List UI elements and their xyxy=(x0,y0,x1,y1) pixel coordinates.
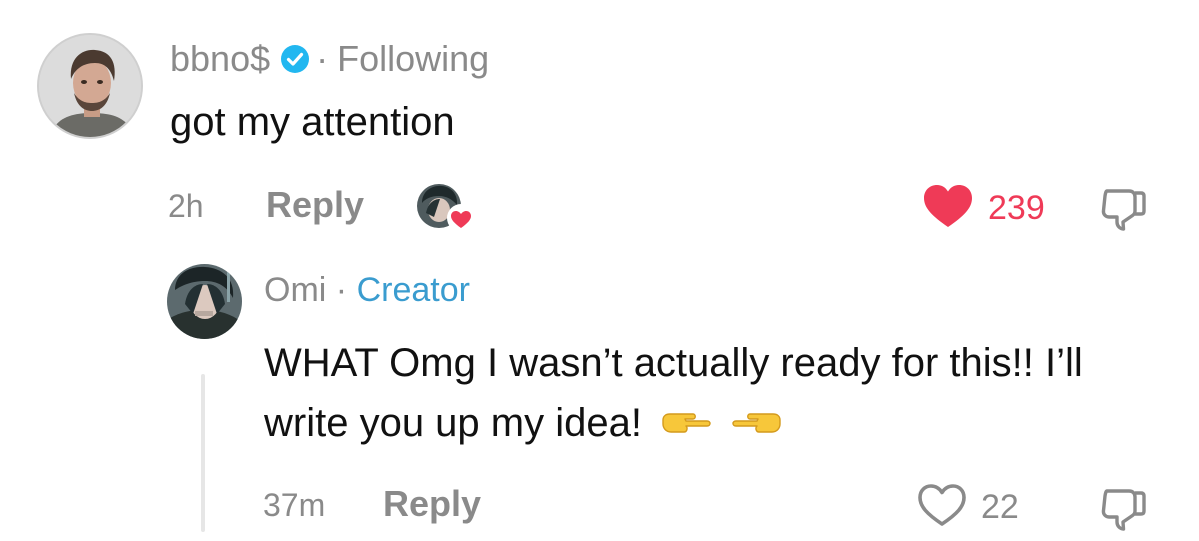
creator-liked-avatar-icon xyxy=(417,184,475,232)
commenter-username[interactable]: bbno$ xyxy=(170,38,270,80)
reply-thread-line xyxy=(201,374,205,532)
comment-reply-button[interactable]: Reply xyxy=(266,184,364,226)
reply-avatar-image xyxy=(167,264,242,339)
thumbs-down-icon xyxy=(1101,189,1146,231)
verified-badge-icon xyxy=(280,44,310,74)
reply-like-button[interactable] xyxy=(916,482,968,533)
reply-timestamp: 37m xyxy=(263,487,326,523)
reply-avatar[interactable] xyxy=(167,264,242,339)
comment-like-count: 239 xyxy=(988,189,1045,227)
reply-like-count: 22 xyxy=(981,488,1019,526)
follow-status[interactable]: Following xyxy=(337,38,489,80)
commenter-avatar[interactable] xyxy=(37,33,143,139)
reply-username[interactable]: Omi xyxy=(264,271,326,309)
comment-text: got my attention xyxy=(170,100,455,144)
creator-liked-indicator xyxy=(416,183,475,232)
pointing-left-emoji xyxy=(730,395,784,455)
comment-header: bbno$ · Following xyxy=(170,37,489,81)
header-separator: · xyxy=(316,38,329,79)
creator-badge: Creator xyxy=(356,271,470,309)
reply-header-separator: · xyxy=(335,271,348,309)
reply-text-block: WHAT Omg I wasn’t actually ready for thi… xyxy=(264,333,1084,455)
reply-reply-button[interactable]: Reply xyxy=(383,483,481,525)
comment-like-button[interactable] xyxy=(922,183,974,234)
heart-filled-icon xyxy=(924,185,972,227)
reply-header: Omi · Creator xyxy=(264,271,470,310)
comment-timestamp: 2h xyxy=(168,188,204,224)
heart-outline-icon xyxy=(918,484,966,526)
thumbs-down-icon xyxy=(1101,489,1146,531)
commenter-avatar-image xyxy=(39,35,141,137)
reply-dislike-button[interactable] xyxy=(1100,484,1148,537)
comment-dislike-button[interactable] xyxy=(1100,184,1148,237)
pointing-right-emoji xyxy=(659,395,713,455)
